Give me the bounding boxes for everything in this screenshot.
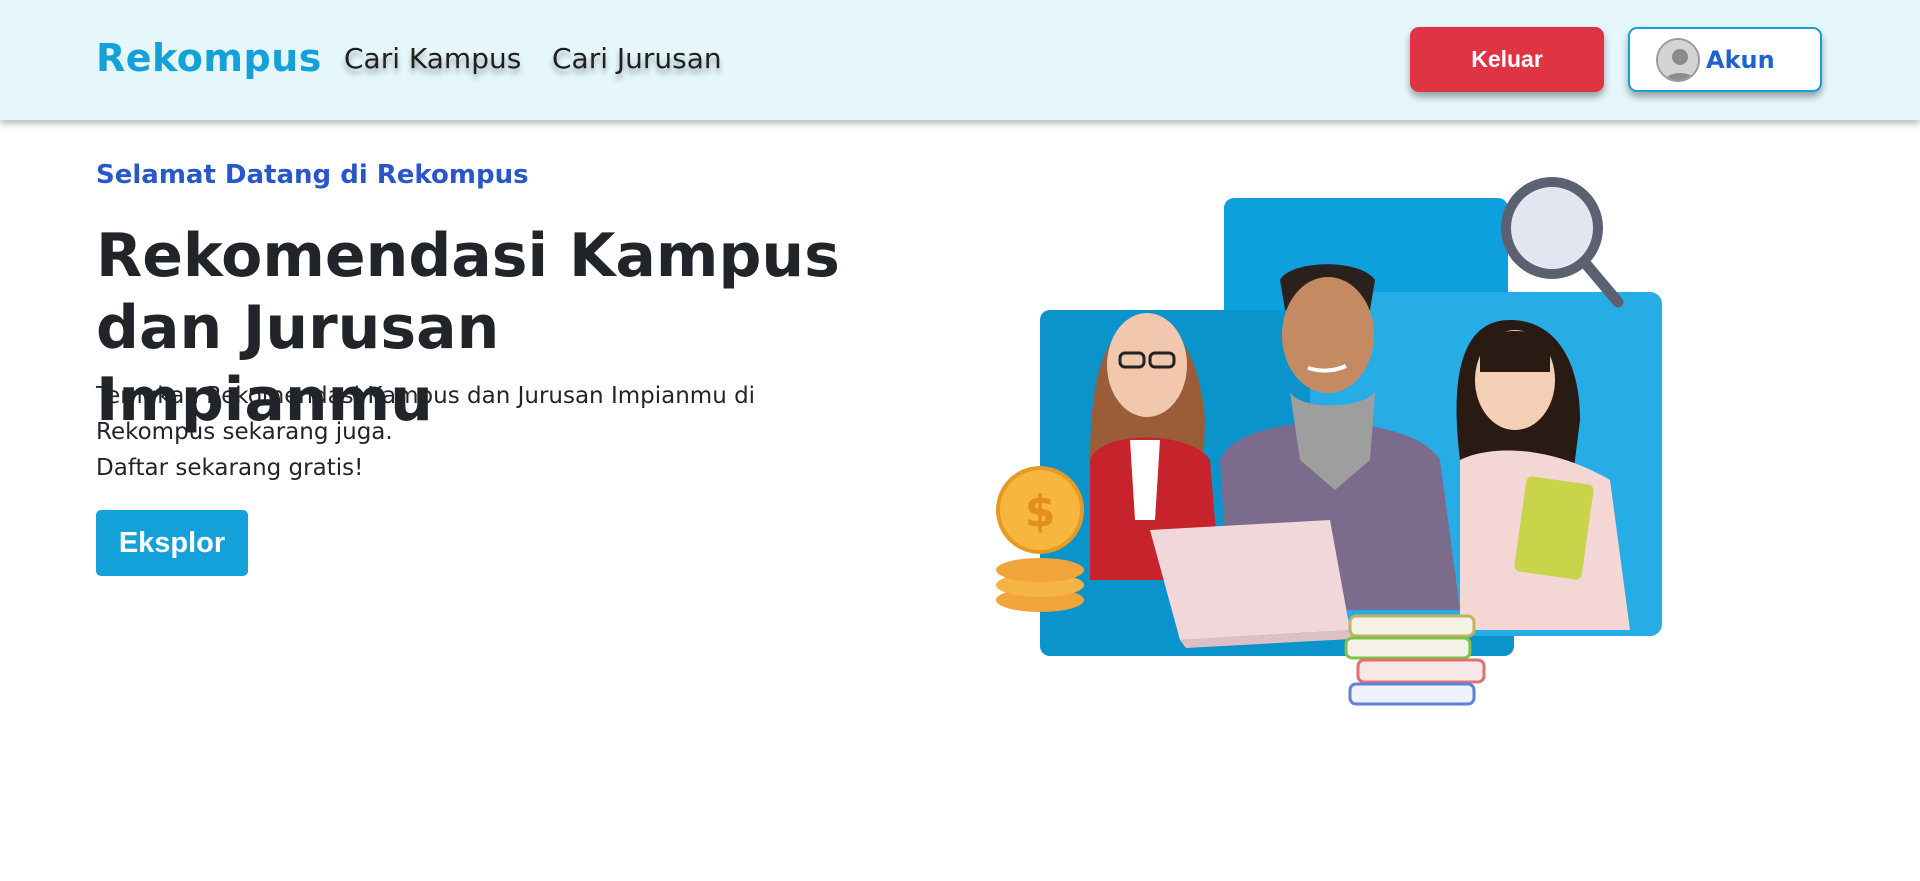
hero-description: Temukan Rekomendasi Kampus dan Jurusan I… xyxy=(96,378,836,486)
user-avatar-icon xyxy=(1656,37,1700,82)
hero-title-line-1: Rekomendasi Kampus xyxy=(96,221,840,291)
welcome-eyebrow: Selamat Datang di Rekompus xyxy=(96,160,529,190)
nav-link-cari-kampus[interactable]: Cari Kampus xyxy=(344,42,521,75)
students-illustration: $ xyxy=(996,177,1662,706)
hero-illustration: $ xyxy=(990,160,1690,720)
nav-link-cari-jurusan[interactable]: Cari Jurusan xyxy=(552,42,722,75)
hero-description-line-1: Temukan Rekomendasi Kampus dan Jurusan I… xyxy=(96,383,756,409)
explore-button[interactable]: Eksplor xyxy=(96,510,248,576)
coins-icon: $ xyxy=(996,466,1084,612)
brand-logo[interactable]: Rekompus xyxy=(96,36,322,80)
account-label: Akun xyxy=(1706,45,1775,74)
account-button[interactable]: Akun xyxy=(1628,27,1822,92)
coin-dollar-symbol: $ xyxy=(1025,486,1056,537)
navbar: Rekompus Cari Kampus Cari Jurusan Keluar… xyxy=(0,0,1920,120)
magnifier-icon xyxy=(1501,177,1624,308)
books-stack-icon xyxy=(1344,614,1486,706)
hero-description-line-2: Rekompus sekarang juga. xyxy=(96,419,393,445)
hero-description-line-3: Daftar sekarang gratis! xyxy=(96,455,364,481)
logout-button[interactable]: Keluar xyxy=(1410,27,1604,92)
